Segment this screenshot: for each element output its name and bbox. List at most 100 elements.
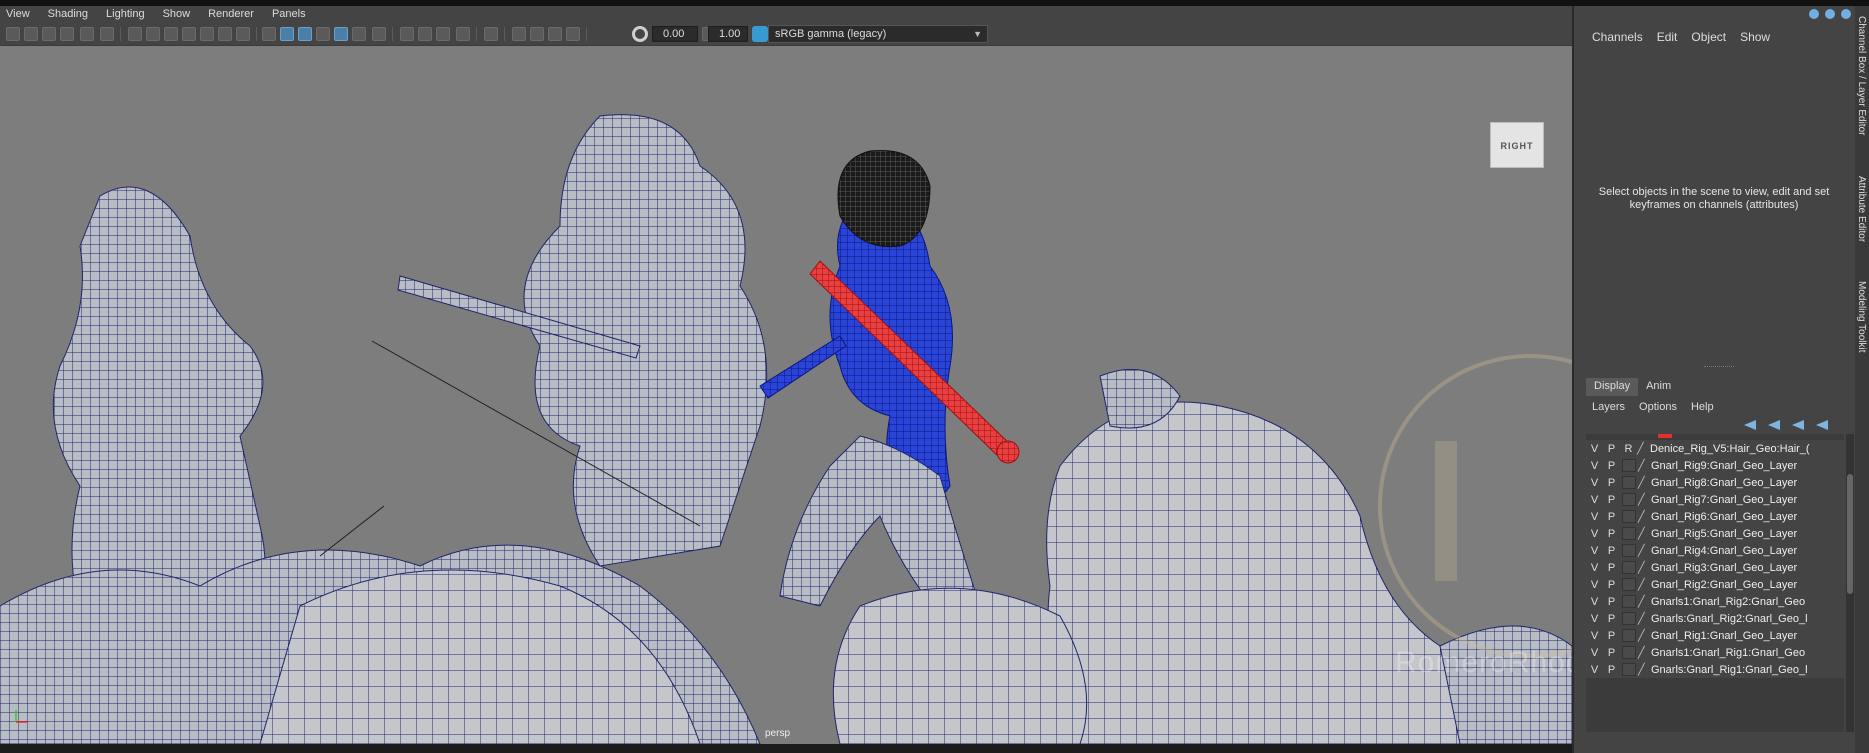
tab-modeling-toolkit[interactable]: Modeling Toolkit [1856,281,1867,353]
lights-icon[interactable] [352,27,366,41]
reference-toggle[interactable] [1622,578,1636,591]
layer-color-icon[interactable]: ╱ [1637,442,1647,455]
bookmark-icon[interactable] [42,27,56,41]
visibility-toggle[interactable]: V [1586,647,1603,659]
film-gate-icon[interactable] [146,27,160,41]
menu-help[interactable]: Help [1691,401,1714,413]
layer-color-icon[interactable]: ╱ [1638,663,1648,676]
menu-renderer[interactable]: Renderer [208,8,254,20]
visibility-toggle[interactable]: V [1586,511,1603,523]
scrollbar-thumb[interactable] [1847,474,1853,594]
tab-display[interactable]: Display [1586,378,1639,396]
menu-lighting[interactable]: Lighting [106,8,145,20]
visibility-toggle[interactable]: V [1586,460,1603,472]
layer-list[interactable]: V P R ╱ Denice_Rig_V5:Hair_Geo:Hair_( V … [1586,434,1844,732]
tab-attribute-editor[interactable]: Attribute Editor [1856,176,1867,242]
layer-row[interactable]: V P ╱ Gnarl_Rig1:Gnarl_Geo_Layer [1586,627,1844,644]
menu-panels[interactable]: Panels [272,8,306,20]
view-cube[interactable]: RIGHT [1490,122,1544,168]
xray-active-icon[interactable] [530,27,544,41]
gamma-field[interactable]: 1.00 [708,26,748,42]
motion-blur-icon[interactable] [418,27,432,41]
playback-toggle[interactable]: P [1603,511,1620,523]
xray-joints-icon[interactable] [512,27,526,41]
layer-color-icon[interactable]: ╱ [1638,646,1648,659]
visibility-toggle[interactable]: V [1586,613,1603,625]
layer-list-scrollbar[interactable] [1846,434,1854,732]
textured-icon[interactable] [316,27,330,41]
reference-toggle[interactable]: R [1620,443,1637,455]
visibility-toggle[interactable]: V [1586,664,1603,676]
layer-color-icon[interactable]: ╱ [1638,527,1648,540]
layer-row[interactable]: V P ╱ Gnarls:Gnarl_Rig1:Gnarl_Geo_l [1586,661,1844,678]
gate-mask-icon[interactable] [182,27,196,41]
tab-channel-box-layer-editor[interactable]: Channel Box / Layer Editor [1856,16,1867,136]
playback-toggle[interactable]: P [1603,596,1620,608]
attribute-editor-toggle-icon[interactable] [1825,9,1835,19]
reference-toggle[interactable] [1622,629,1636,642]
layer-color-icon[interactable]: ╱ [1638,510,1648,523]
wireframe-on-shaded-icon[interactable] [298,27,312,41]
playback-toggle[interactable]: P [1603,545,1620,557]
visibility-toggle[interactable]: V [1586,443,1603,455]
tab-anim[interactable]: Anim [1638,378,1679,396]
visibility-toggle[interactable]: V [1586,528,1603,540]
layer-color-icon[interactable]: ╱ [1638,459,1648,472]
menu-options[interactable]: Options [1639,401,1677,413]
layer-color-icon[interactable]: ╱ [1638,493,1648,506]
visibility-toggle[interactable]: V [1586,579,1603,591]
reference-toggle[interactable] [1622,612,1636,625]
layer-row[interactable]: V P ╱ Gnarls1:Gnarl_Rig2:Gnarl_Geo [1586,593,1844,610]
grease-pencil-icon[interactable] [100,27,114,41]
reference-toggle[interactable] [1622,476,1636,489]
playback-toggle[interactable]: P [1603,443,1620,455]
backface-culling-icon[interactable] [548,27,562,41]
layer-row[interactable]: V P ╱ Gnarl_Rig2:Gnarl_Geo_Layer [1586,576,1844,593]
layer-row[interactable]: V P ╱ Gnarls1:Gnarl_Rig1:Gnarl_Geo [1586,644,1844,661]
menu-view[interactable]: View [6,8,30,20]
reference-toggle[interactable] [1622,646,1636,659]
playback-toggle[interactable]: P [1603,562,1620,574]
reference-toggle[interactable] [1622,663,1636,676]
menu-channels[interactable]: Channels [1592,30,1643,44]
playback-toggle[interactable]: P [1603,630,1620,642]
layer-color-icon[interactable]: ╱ [1638,629,1648,642]
color-management-icon[interactable] [752,26,768,42]
isolate-select-icon[interactable] [484,27,498,41]
visibility-toggle[interactable]: V [1586,477,1603,489]
playback-toggle[interactable]: P [1603,460,1620,472]
exposure-gear-icon[interactable] [632,26,648,42]
new-layer-icon[interactable] [1792,420,1804,430]
playback-toggle[interactable]: P [1603,647,1620,659]
layer-color-icon[interactable]: ╱ [1638,595,1648,608]
layer-row[interactable]: V P ╱ Gnarl_Rig4:Gnarl_Geo_Layer [1586,542,1844,559]
layer-row[interactable]: V P ╱ Gnarl_Rig7:Gnarl_Geo_Layer [1586,491,1844,508]
x-ray-icon[interactable] [334,27,348,41]
image-plane-icon[interactable] [60,27,74,41]
layer-row[interactable]: V P ╱ Gnarl_Rig8:Gnarl_Geo_Layer [1586,474,1844,491]
menu-layers[interactable]: Layers [1592,401,1625,413]
panel-splitter[interactable] [1704,366,1734,369]
reference-toggle[interactable] [1622,595,1636,608]
ambient-occlusion-icon[interactable] [400,27,414,41]
layer-row[interactable]: V P R ╱ Denice_Rig_V5:Hair_Geo:Hair_( [1586,440,1844,457]
playback-toggle[interactable]: P [1603,664,1620,676]
menu-edit[interactable]: Edit [1657,30,1678,44]
hud-icon[interactable] [566,27,580,41]
color-space-select[interactable]: sRGB gamma (legacy) ▼ [768,25,988,43]
select-camera-icon[interactable] [6,27,20,41]
grid-icon[interactable] [128,27,142,41]
reference-toggle[interactable] [1622,510,1636,523]
layer-row[interactable]: V P ╱ Gnarl_Rig6:Gnarl_Geo_Layer [1586,508,1844,525]
layer-row[interactable]: V P ╱ Gnarls:Gnarl_Rig2:Gnarl_Geo_l [1586,610,1844,627]
visibility-toggle[interactable]: V [1586,562,1603,574]
menu-show[interactable]: Show [163,8,191,20]
layer-color-icon[interactable]: ╱ [1638,578,1648,591]
new-layer-selected-icon[interactable] [1816,420,1828,430]
reference-toggle[interactable] [1622,493,1636,506]
safe-title-icon[interactable] [236,27,250,41]
modeling-toolkit-toggle-icon[interactable] [1809,9,1819,19]
visibility-toggle[interactable]: V [1586,494,1603,506]
playback-toggle[interactable]: P [1603,528,1620,540]
layer-color-icon[interactable]: ╱ [1638,561,1648,574]
